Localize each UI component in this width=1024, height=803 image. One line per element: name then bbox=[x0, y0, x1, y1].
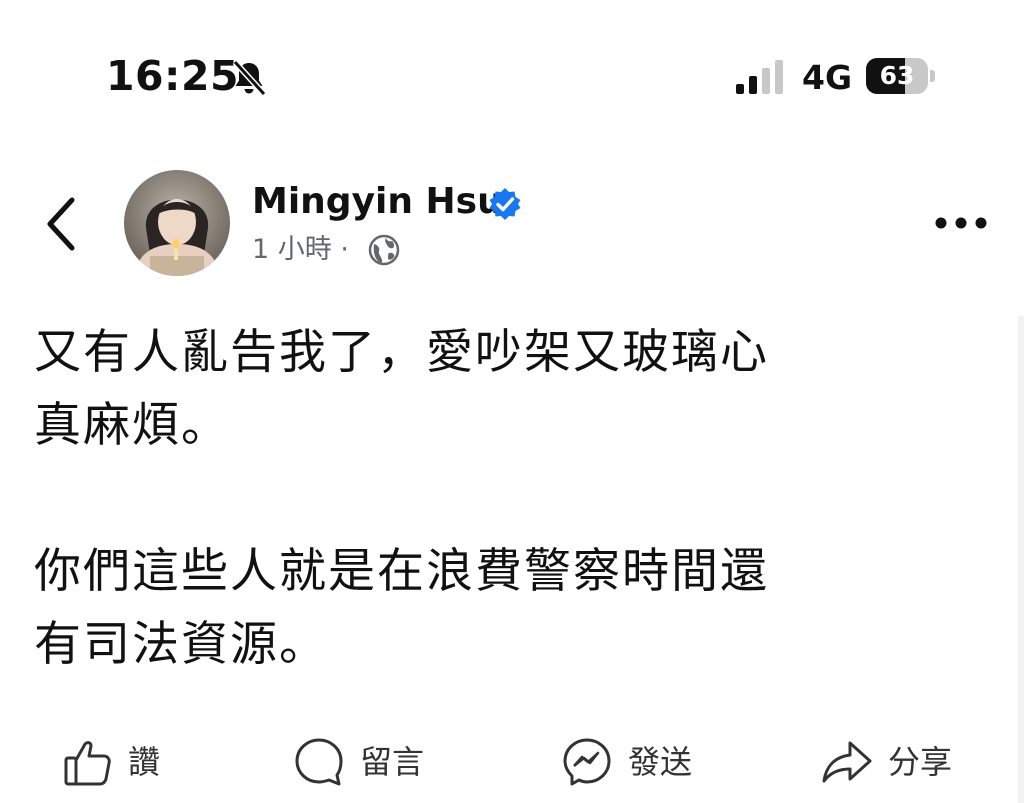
share-arrow-icon bbox=[822, 741, 872, 783]
cellular-signal-icon bbox=[736, 60, 783, 94]
avatar[interactable] bbox=[124, 170, 230, 276]
post-timestamp: 1 小時 bbox=[252, 234, 332, 265]
more-options-icon[interactable] bbox=[934, 208, 988, 238]
send-button[interactable]: 發送 bbox=[560, 734, 692, 790]
thumbs-up-icon bbox=[64, 741, 111, 786]
send-label: 發送 bbox=[628, 743, 693, 781]
status-time: 16:25 bbox=[106, 52, 240, 100]
like-label: 讚 bbox=[128, 743, 161, 781]
avatar-photo bbox=[124, 170, 230, 276]
post-body-text: 又有人亂告我了，愛吵架又玻璃心 真麻煩。 你們這些人就是在浪費警察時間還 有司法… bbox=[34, 325, 769, 672]
share-label: 分享 bbox=[888, 743, 953, 781]
meta-separator: · bbox=[340, 234, 349, 265]
network-type: 4G bbox=[802, 58, 853, 97]
comment-bubble-icon bbox=[295, 738, 343, 786]
scroll-track bbox=[1018, 316, 1024, 803]
comment-button[interactable]: 留言 bbox=[292, 734, 424, 790]
like-button[interactable]: 讚 bbox=[62, 734, 160, 790]
battery-indicator: 63 bbox=[866, 58, 936, 94]
bell-slash-icon bbox=[232, 59, 267, 97]
battery-percentage: 63 bbox=[879, 61, 915, 90]
share-button[interactable]: 分享 bbox=[820, 734, 952, 790]
messenger-icon bbox=[563, 738, 611, 786]
comment-label: 留言 bbox=[360, 743, 425, 781]
battery-tip bbox=[930, 70, 935, 82]
back-icon[interactable] bbox=[42, 196, 82, 252]
post-meta: 1 小時 · bbox=[252, 230, 349, 270]
globe-icon bbox=[368, 234, 400, 266]
post-author-name[interactable]: Mingyin Hsu bbox=[252, 180, 503, 224]
verified-badge-icon bbox=[489, 188, 521, 220]
